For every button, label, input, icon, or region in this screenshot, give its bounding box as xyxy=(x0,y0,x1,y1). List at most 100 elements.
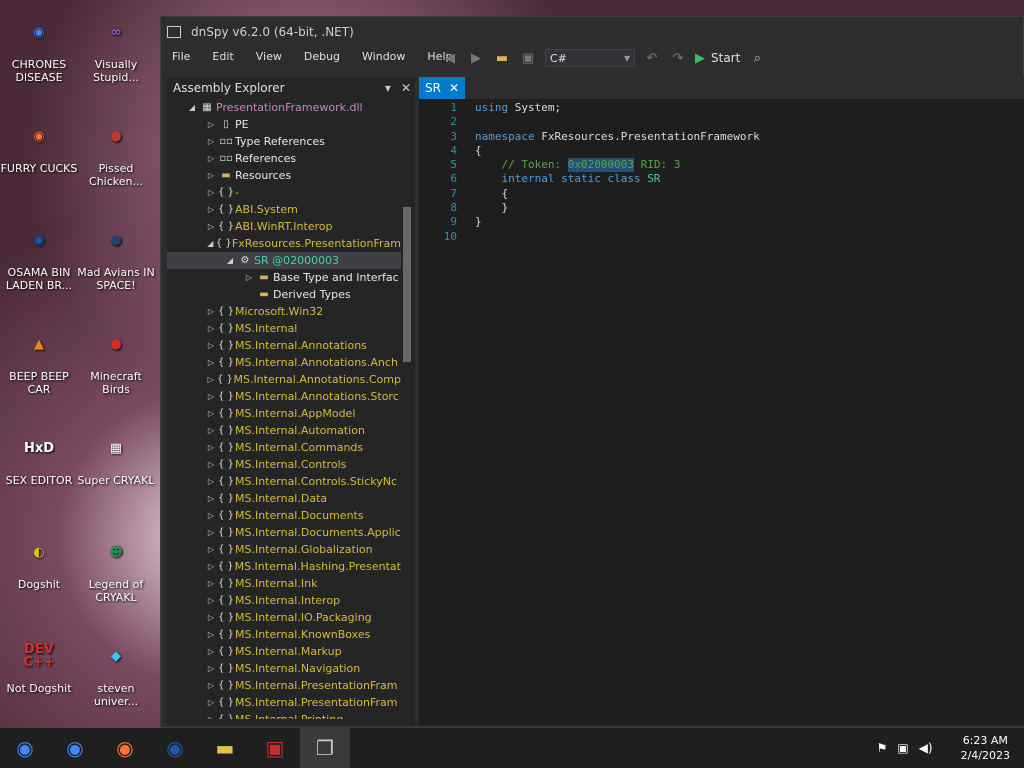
tree-item[interactable]: ▷{ }MS.Internal.Printing xyxy=(167,711,401,719)
expander-icon[interactable]: ▷ xyxy=(205,596,217,605)
save-icon[interactable]: ▣ xyxy=(519,49,537,67)
expander-icon[interactable]: ▷ xyxy=(205,681,217,690)
tree-item[interactable]: ◢ ▦ PresentationFramework.dll xyxy=(167,99,401,116)
tree-item[interactable]: ▷{ } MS.Internal.Annotations.Storc xyxy=(167,388,401,405)
expander-icon[interactable]: ▷ xyxy=(205,324,217,333)
menu-debug[interactable]: Debug xyxy=(293,50,351,63)
expander-icon[interactable]: ▷ xyxy=(205,664,217,673)
desktop-icon-13[interactable]: ◆ steven univer... xyxy=(77,632,155,709)
expander-icon[interactable]: ▷ xyxy=(205,341,217,350)
tree-item[interactable]: ▷{ } MS.Internal.Globalization xyxy=(167,541,401,558)
tree-item[interactable]: ▷{ } Microsoft.Win32 xyxy=(167,303,401,320)
expander-icon[interactable]: ◢ xyxy=(205,239,216,248)
expander-icon[interactable]: ▷ xyxy=(205,443,217,452)
tree-item[interactable]: ◢ ⚙ SR @02000003 xyxy=(167,252,401,269)
expander-icon[interactable]: ▷ xyxy=(205,647,217,656)
expander-icon[interactable]: ▷ xyxy=(205,460,217,469)
tree-item[interactable]: ▷{ } MS.Internal.Controls xyxy=(167,456,401,473)
expander-icon[interactable]: ▷ xyxy=(205,511,217,520)
tree-item[interactable]: ▷{ } MS.Internal.KnownBoxes xyxy=(167,626,401,643)
tab-sr[interactable]: SR ✕ xyxy=(419,77,466,99)
taskbar-dnspy[interactable]: ❐ xyxy=(300,728,350,768)
taskbar-explorer[interactable]: ▬ xyxy=(200,728,250,768)
menu-file[interactable]: File xyxy=(161,50,201,63)
tree-item[interactable]: ▷{ } MS.Internal.Data xyxy=(167,490,401,507)
desktop-icon-12[interactable]: DEV C++ Not Dogshit xyxy=(0,632,78,695)
tree-item[interactable]: ▷ ▫▫ Type References xyxy=(167,133,401,150)
tree-item[interactable]: ▷ ▫▫ References xyxy=(167,150,401,167)
tree-item[interactable]: ▷{ } MS.Internal.PresentationFram xyxy=(167,677,401,694)
desktop-icon-5[interactable]: ● Mad Avians IN SPACE! xyxy=(77,216,155,293)
menu-view[interactable]: View xyxy=(245,50,293,63)
expander-icon[interactable]: ▷ xyxy=(205,630,217,639)
tree-item[interactable]: ▷{ } ABI.WinRT.Interop xyxy=(167,218,401,235)
expander-icon[interactable]: ▷ xyxy=(205,154,217,163)
undo-icon[interactable]: ↶ xyxy=(643,49,661,67)
tree-item[interactable]: ▷{ } ABI.System xyxy=(167,201,401,218)
tree-item[interactable]: ▷{ } MS.Internal.Controls.StickyNc xyxy=(167,473,401,490)
tree-item[interactable]: ▷{ } MS.Internal.Markup xyxy=(167,643,401,660)
tree-item[interactable]: ◢{ } FxResources.PresentationFram xyxy=(167,235,401,252)
title-bar[interactable]: dnSpy v6.2.0 (64-bit, .NET) xyxy=(161,17,1023,47)
expander-icon[interactable]: ▷ xyxy=(243,273,255,282)
desktop-icon-9[interactable]: ▦ Super CRYAKL xyxy=(77,424,155,488)
menu-window[interactable]: Window xyxy=(351,50,416,63)
tree-item[interactable]: ▷{ } MS.Internal.Ink xyxy=(167,575,401,592)
expander-icon[interactable]: ▷ xyxy=(205,120,217,129)
tree-item[interactable]: ▷{ } MS.Internal.Hashing.Presentat xyxy=(167,558,401,575)
redo-icon[interactable]: ↷ xyxy=(669,49,687,67)
expander-icon[interactable]: ◢ xyxy=(224,256,236,265)
expander-icon[interactable]: ▷ xyxy=(205,392,217,401)
close-icon[interactable]: ✕ xyxy=(401,81,411,95)
taskbar-firefox[interactable]: ◉ xyxy=(100,728,150,768)
expander-icon[interactable]: ▷ xyxy=(205,188,217,197)
expander-icon[interactable]: ▷ xyxy=(205,477,217,486)
tree-item[interactable]: ▷{ } MS.Internal.AppModel xyxy=(167,405,401,422)
expander-icon[interactable]: ▷ xyxy=(205,579,217,588)
expander-icon[interactable]: ▷ xyxy=(205,205,217,214)
code-view[interactable]: 1 using System; 2 3 namespace FxResources.Pr… xyxy=(419,101,760,244)
expander-icon[interactable]: ▷ xyxy=(205,171,217,180)
expander-icon[interactable]: ▷ xyxy=(205,528,217,537)
taskbar-obama[interactable]: ◉ xyxy=(150,728,200,768)
desktop-icon-1[interactable]: ∞ Visually Stupid... xyxy=(77,8,155,85)
desktop-icon-2[interactable]: ◉ FURRY CUCKS xyxy=(0,112,78,176)
expander-icon[interactable]: ▷ xyxy=(205,715,217,719)
tree-item[interactable]: ▷{ } MS.Internal.Automation xyxy=(167,422,401,439)
expander-icon[interactable]: ▷ xyxy=(205,375,216,384)
tree-item[interactable]: ▷{ } MS.Internal.Documents xyxy=(167,507,401,524)
expander-icon[interactable]: ▷ xyxy=(205,562,217,571)
expander-icon[interactable]: ▷ xyxy=(205,137,217,146)
tree-item[interactable]: ▷{ } - xyxy=(167,184,401,201)
expander-icon[interactable]: ▷ xyxy=(205,545,217,554)
menu-edit[interactable]: Edit xyxy=(201,50,244,63)
expander-icon[interactable]: ▷ xyxy=(205,613,217,622)
tree-item[interactable]: ▷{ } MS.Internal.Interop xyxy=(167,592,401,609)
language-select[interactable]: C# ▼ xyxy=(545,49,635,67)
close-icon[interactable]: ✕ xyxy=(449,81,459,95)
desktop-icon-7[interactable]: ● Minecraft Birds xyxy=(77,320,155,397)
tree-item[interactable]: ▷{ } MS.Internal.Commands xyxy=(167,439,401,456)
expander-icon[interactable]: ▷ xyxy=(205,409,217,418)
tree-item[interactable]: ▷ ▬ Base Type and Interfac xyxy=(167,269,401,286)
window-restore-icon[interactable] xyxy=(167,26,181,38)
start-button[interactable]: ▶ Start xyxy=(695,51,740,66)
desktop-icon-11[interactable]: ☻ Legend of CRYAKL xyxy=(77,528,155,605)
expander-icon[interactable]: ▷ xyxy=(205,358,217,367)
tree-item[interactable]: ▷{ } MS.Internal.Documents.Applic xyxy=(167,524,401,541)
volume-icon[interactable]: ◀) xyxy=(919,741,933,755)
expander-icon[interactable]: ▷ xyxy=(205,698,217,707)
flag-icon[interactable]: ⚑ xyxy=(877,741,888,755)
clock[interactable]: 6:23 AM 2/4/2023 xyxy=(961,733,1010,763)
start-menu-button[interactable]: ◉ xyxy=(0,728,50,768)
tree-scrollbar[interactable] xyxy=(403,207,411,362)
taskbar-chrome[interactable]: ◉ xyxy=(50,728,100,768)
dropdown-icon[interactable]: ▾ xyxy=(385,81,391,95)
tree-item[interactable]: ▷{ } MS.Internal.Annotations xyxy=(167,337,401,354)
expander-icon[interactable]: ▷ xyxy=(205,494,217,503)
expander-icon[interactable]: ▷ xyxy=(205,307,217,316)
tree-item[interactable]: ▷{ } MS.Internal.Annotations.Comp xyxy=(167,371,401,388)
open-folder-icon[interactable]: ▬ xyxy=(493,49,511,67)
desktop-icon-4[interactable]: ◉ OSAMA BIN LADEN BR... xyxy=(0,216,78,293)
desktop-icon-0[interactable]: ◉ CHRONES DISEASE xyxy=(0,8,78,85)
